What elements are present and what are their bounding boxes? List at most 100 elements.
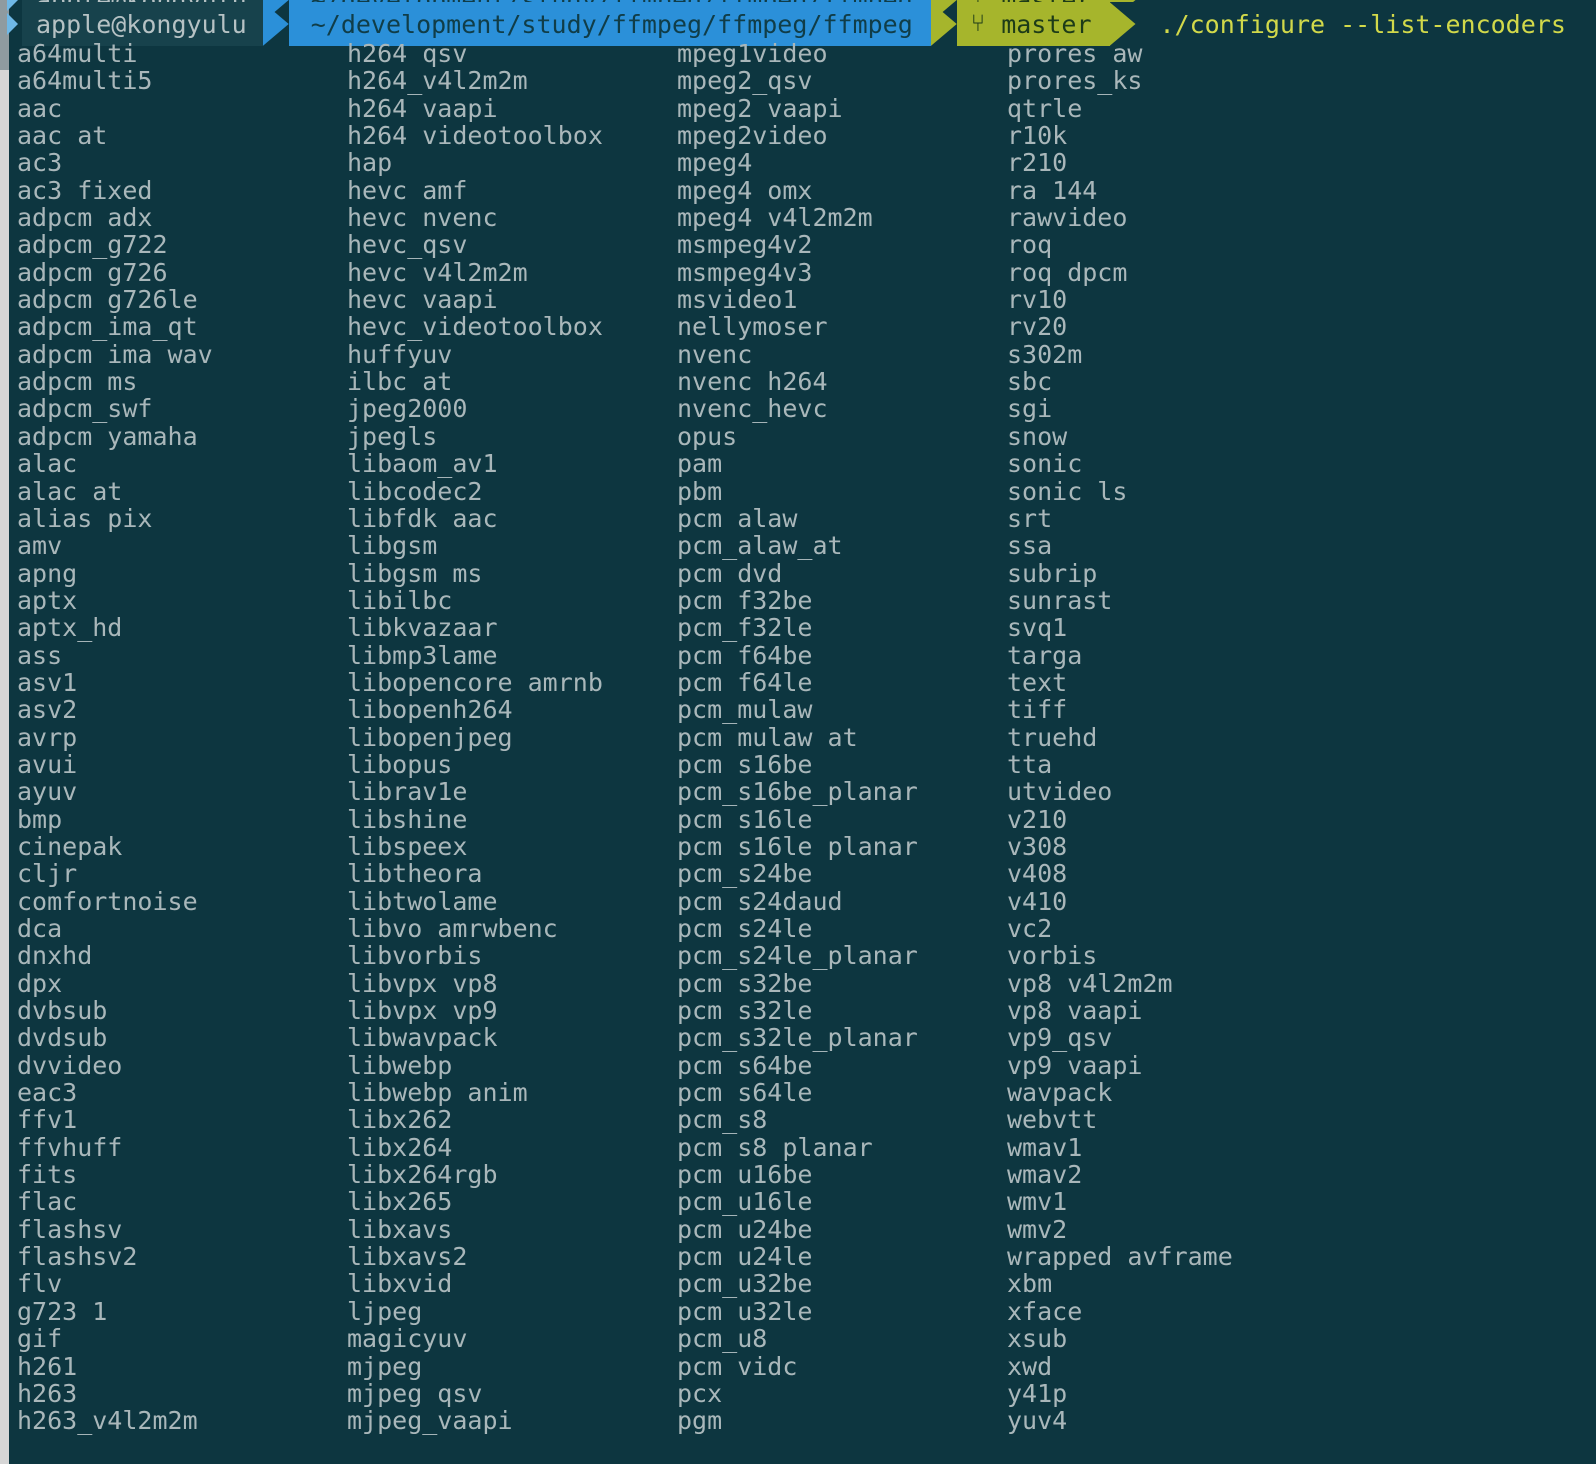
encoder-name: v408 [1007,860,1068,888]
encoder-name: libilbc [347,586,453,615]
encoder-name: roq_dpcm [1007,258,1128,287]
encoder-name: pcm_alaw_at [677,532,843,560]
encoder-name: pcm_vidc [677,1352,798,1380]
encoder-name: eac3 [17,1079,78,1107]
encoder-name: libkvazaar [347,614,498,642]
encoder-name: bmp [17,805,63,833]
encoder-name: cljr [17,860,78,888]
encoder-name: adpcm_g722 [17,231,168,259]
encoder-name: targa [1007,641,1083,669]
encoder-name: pcm_u16be [677,1161,813,1189]
encoder-name: pcm_s64be [677,1051,813,1080]
encoder-name: ffvhuff [17,1133,123,1162]
encoder-name: libwebp_anim [347,1079,528,1107]
encoder-name: pcm_f32be [677,586,813,615]
encoder-name: svq1 [1007,614,1068,642]
encoder-name: adpcm_g726le [17,286,198,314]
encoder-name: jpeg2000 [347,395,468,423]
encoder-name: librav1e [347,778,468,806]
encoder-name: xface [1007,1297,1083,1326]
encoder-name: nellymoser [677,313,828,341]
encoder-name: adpcm_adx [17,204,153,232]
encoder-name: libvo_amrwbenc [347,915,558,943]
encoder-name: nvenc [677,340,753,369]
encoder-name: pcm_s64le [677,1079,813,1107]
encoder-name: libvpx_vp9 [347,997,498,1025]
encoder-name: sonic_ls [1007,477,1128,505]
encoder-name: mjpeg_vaapi [347,1407,513,1435]
encoder-name: xsub [1007,1325,1068,1353]
encoder-name: libxvid [347,1270,453,1298]
encoder-name: asv1 [17,668,78,697]
encoder-name: pcm_mulaw_at [677,723,858,751]
encoder-name: qtrle [1007,94,1083,123]
encoder-name: r10k [1007,122,1068,150]
encoder-name: libwavpack [347,1024,498,1052]
encoder-name: pcm_s16le [677,805,813,833]
encoder-name: adpcm_ms [17,368,138,396]
encoder-name: a64multi5 [17,67,153,95]
encoder-name: v210 [1007,805,1068,833]
encoder-name: ra_144 [1007,176,1098,205]
encoder-name: wrapped_avframe [1007,1243,1233,1271]
encoder-name: snow [1007,422,1068,451]
encoder-name: mjpeg [347,1352,423,1380]
encoder-name: aptx [17,586,78,615]
encoder-name: jpegls [347,422,438,451]
encoder-name: pam [677,450,723,478]
encoder-name: libtwolame [347,887,498,915]
encoder-name: pcm_f64be [677,641,813,669]
encoder-name: dpx [17,969,63,998]
encoder-name: nvenc_hevc [677,395,828,423]
encoder-name: hevc_nvenc [347,204,498,232]
encoder-name: libx262 [347,1106,453,1134]
encoder-name: ass [17,641,63,669]
encoder-name: ssa [1007,532,1053,560]
encoder-name: webvtt [1007,1106,1098,1134]
encoder-name: h261 [17,1352,78,1380]
encoder-name: dca [17,915,63,943]
encoder-name: srt [1007,504,1053,533]
encoder-name: msmpeg4v2 [677,231,813,259]
encoder-name: pcm_alaw [677,504,798,533]
encoder-name: sgi [1007,395,1053,423]
encoder-name: apng [17,559,78,587]
encoder-name: truehd [1007,723,1098,751]
encoder-name: roq [1007,231,1053,259]
encoder-name: xbm [1007,1270,1053,1298]
encoder-name: wmav1 [1007,1133,1083,1162]
encoder-name: amv [17,532,63,560]
encoder-name: h264_vaapi [347,94,498,123]
encoder-name: vp9_qsv [1007,1024,1113,1052]
encoder-name: pcm_u16le [677,1188,813,1216]
encoder-name: wmv2 [1007,1215,1068,1244]
encoder-name: libmp3lame [347,641,498,669]
encoder-name: magicyuv [347,1325,468,1353]
column-4: prores_aw prores_ks qtrle r10k r210 ra_144 raw… [999,40,1329,1435]
encoder-name: rawvideo [1007,204,1128,232]
encoder-name: flashsv2 [17,1243,138,1271]
encoder-name: msmpeg4v3 [677,258,813,287]
encoder-name: libaom_av1 [347,450,498,478]
encoder-name: libvpx_vp8 [347,969,498,998]
encoder-name: xwd [1007,1352,1053,1380]
encoder-name: vorbis [1007,942,1098,970]
encoder-name: opus [677,422,738,451]
encoder-name: tiff [1007,696,1068,724]
encoder-name: adpcm_ima_qt [17,313,198,341]
encoder-list: a64multi a64multi5 aac aac_at ac3 ac3_fixed ad… [9,40,1596,1435]
encoder-name: sonic [1007,450,1083,478]
column-1: a64multi a64multi5 aac aac_at ac3 ac3_fixed ad… [9,40,339,1435]
encoder-name: s302m [1007,340,1083,369]
terminal-window: apple@kongyulu ~/development/study/ffmpe… [0,0,1596,1464]
encoder-name: libopenh264 [347,696,513,724]
encoder-name: libspeex [347,832,468,861]
encoder-name: rv10 [1007,286,1068,314]
encoder-name: libvorbis [347,942,483,970]
scrollbar-track[interactable] [0,0,9,1464]
encoder-name: hevc_videotoolbox [347,313,603,341]
encoder-name: ayuv [17,778,78,806]
encoder-name: mpeg2_vaapi [677,94,843,123]
encoder-name: nvenc_h264 [677,368,828,396]
encoder-name: avrp [17,723,78,751]
